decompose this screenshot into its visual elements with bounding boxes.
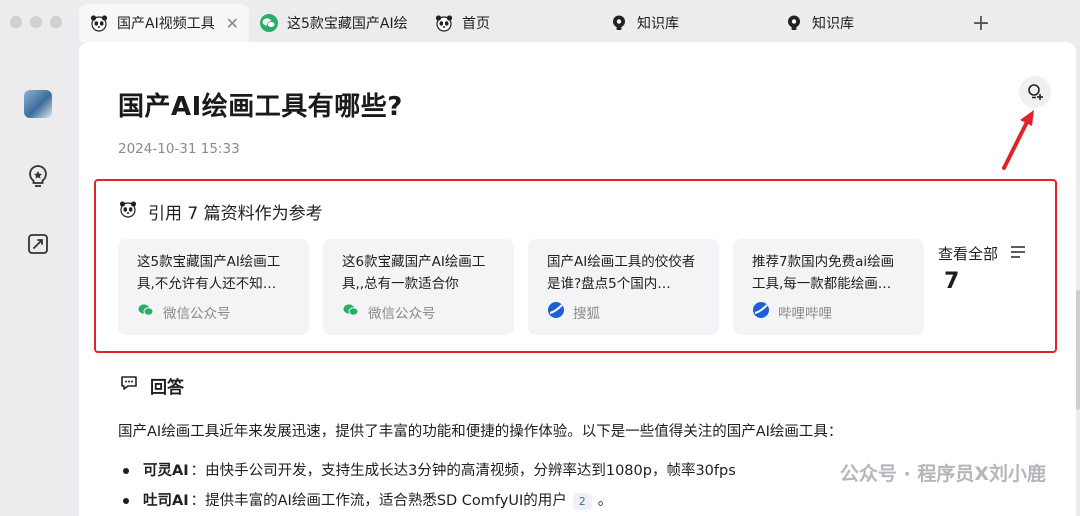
item-text: ：由快手公司开发，支持生成长达3分钟的高清视频，分辨率达到1080p，帧率30f… (190, 463, 736, 479)
reference-card-title: 这5款宝藏国产AI绘画工具,不允许有人还不知… (137, 254, 281, 292)
zoom-window-button[interactable] (50, 16, 62, 28)
reference-card[interactable]: 国产AI绘画工具的佼佼者是谁?盘点5个国内… 搜狐 (528, 239, 719, 335)
source-label: 微信公众号 (163, 306, 231, 322)
references-heading-text: 引用 7 篇资料作为参考 (148, 204, 323, 224)
list-icon (1010, 245, 1026, 263)
answer-heading-text: 回答 (150, 378, 184, 398)
view-all-button[interactable]: 查看全部 (938, 243, 1026, 264)
answer-heading: 回答 (120, 373, 184, 398)
tab-label: 首页 (462, 16, 490, 32)
tab-home[interactable]: 首页 (424, 4, 599, 42)
reference-cards: 这5款宝藏国产AI绘画工具,不允许有人还不知… 微信公众号 这6款宝藏国产AI绘… (118, 239, 924, 335)
avatar[interactable] (24, 90, 52, 118)
bulb-icon[interactable] (24, 162, 52, 190)
page-title: 国产AI绘画工具有哪些? (118, 92, 403, 122)
main-panel: 国产AI绘画工具有哪些? 2024-10-31 15:33 引用 7 篇资料作为… (79, 42, 1076, 516)
close-icon[interactable]: ✕ (226, 14, 239, 33)
panda-icon (89, 13, 109, 33)
panda-icon (118, 199, 138, 224)
reference-card-title: 国产AI绘画工具的佼佼者是谁?盘点5个国内… (547, 254, 696, 292)
reference-card-source: 微信公众号 (137, 301, 231, 323)
references-heading: 引用 7 篇资料作为参考 (118, 199, 323, 224)
timestamp: 2024-10-31 15:33 (118, 141, 240, 157)
source-label: 微信公众号 (368, 306, 436, 322)
source-label: 搜狐 (573, 306, 600, 322)
reference-card[interactable]: 这5款宝藏国产AI绘画工具,不允许有人还不知… 微信公众号 (118, 239, 309, 335)
reference-card-source: 搜狐 (547, 301, 600, 323)
answer-list: 可灵AI ：由快手公司开发，支持生成长达3分钟的高清视频，分辨率达到1080p，… (123, 456, 736, 516)
tab-wechat-article[interactable]: 这5款宝藏国产AI绘 (249, 4, 424, 42)
list-item: 吐司AI ：提供丰富的AI绘画工作流，适合熟悉SD ComfyUI的用户 2 。 (123, 486, 736, 516)
bullet (123, 498, 129, 504)
tab-label: 知识库 (637, 16, 679, 32)
reference-card-title: 这6款宝藏国产AI绘画工具,,总有一款适合你 (342, 254, 486, 292)
item-text: ：提供丰富的AI绘画工作流，适合熟悉SD ComfyUI的用户 (190, 493, 567, 509)
bulb-icon (609, 13, 629, 33)
reference-card-source: 哔哩哔哩 (752, 301, 832, 323)
tab-label: 这5款宝藏国产AI绘 (287, 16, 408, 32)
close-window-button[interactable] (10, 16, 22, 28)
bilibili-icon (752, 301, 770, 323)
tab-ai-video-tools[interactable]: 国产AI视频工具 ✕ (79, 4, 249, 42)
reference-card-source: 微信公众号 (342, 301, 436, 323)
list-item: 可灵AI ：由快手公司开发，支持生成长达3分钟的高清视频，分辨率达到1080p，… (123, 456, 736, 486)
watermark: 公众号 · 程序员X刘小鹿 (839, 463, 1046, 485)
reference-card[interactable]: 这6款宝藏国产AI绘画工具,,总有一款适合你 微信公众号 (323, 239, 514, 335)
tab-bar: 国产AI视频工具 ✕ 这5款宝藏国产AI绘 首页 知识库 知识库 + (79, 4, 1080, 42)
tab-knowledge-base-2[interactable]: 知识库 (774, 4, 949, 42)
item-name: 可灵AI (143, 463, 189, 479)
edit-icon[interactable] (24, 230, 52, 258)
avatar-image (24, 90, 52, 118)
scrollbar[interactable] (1076, 290, 1080, 410)
annotation-arrow-icon (1002, 110, 1034, 170)
wechat-icon (259, 13, 279, 33)
minimize-window-button[interactable] (30, 16, 42, 28)
wechat-icon (137, 301, 155, 323)
chat-icon (120, 374, 138, 397)
new-tab-button[interactable]: + (961, 11, 1001, 36)
item-tail: 。 (597, 493, 613, 509)
window-controls (10, 16, 62, 28)
reference-card[interactable]: 推荐7款国内免费ai绘画工具,每一款都能绘画… 哔哩哔哩 (733, 239, 924, 335)
view-all-label: 查看全部 (938, 245, 999, 263)
references-section: 引用 7 篇资料作为参考 这5款宝藏国产AI绘画工具,不允许有人还不知… 微信公… (94, 179, 1057, 353)
panda-icon (434, 13, 454, 33)
item-name: 吐司AI (143, 493, 189, 509)
tab-label: 知识库 (812, 16, 854, 32)
answer-intro: 国产AI绘画工具近年来发展迅速，提供了丰富的功能和便捷的操作体验。以下是一些值得… (118, 424, 843, 440)
citation-badge[interactable]: 2 (572, 492, 592, 510)
bullet (123, 468, 129, 474)
bulb-plus-icon (1028, 84, 1043, 100)
reference-card-title: 推荐7款国内免费ai绘画工具,每一款都能绘画… (752, 254, 895, 292)
bulb-icon (784, 13, 804, 33)
left-rail (0, 42, 79, 516)
reference-count: 7 (944, 269, 960, 294)
wechat-icon (342, 301, 360, 323)
sohu-icon (547, 301, 565, 323)
add-to-knowledge-button[interactable] (1019, 76, 1051, 108)
tab-knowledge-base-1[interactable]: 知识库 (599, 4, 774, 42)
tab-label: 国产AI视频工具 (117, 16, 214, 32)
source-label: 哔哩哔哩 (778, 306, 832, 322)
